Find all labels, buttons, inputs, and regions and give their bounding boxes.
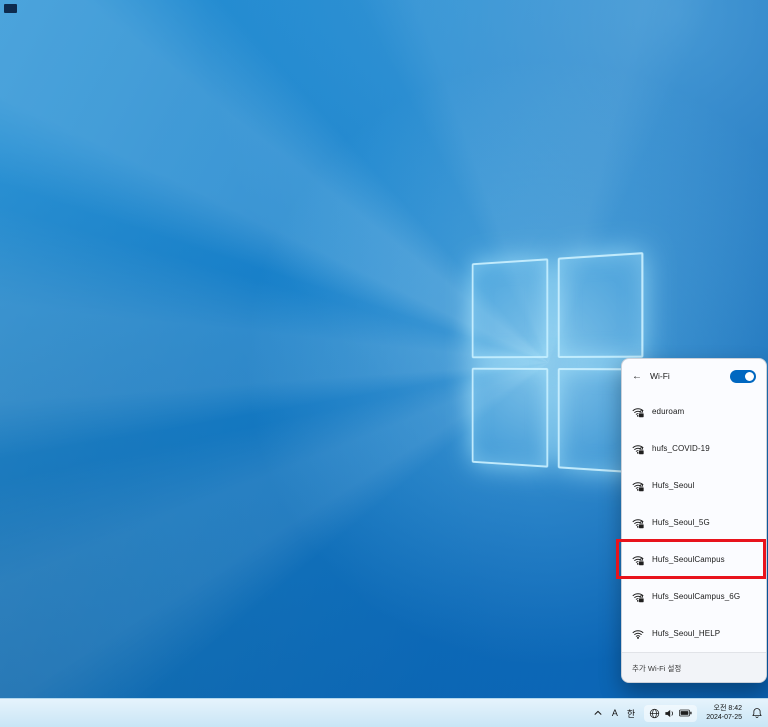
clock-date: 2024-07-25 <box>706 714 742 721</box>
windows-logo-pane <box>472 258 549 358</box>
wifi-toggle[interactable] <box>730 370 756 383</box>
wifi-network-name: Hufs_SeoulCampus <box>652 555 725 564</box>
wifi-network-name: Hufs_Seoul_5G <box>652 518 710 527</box>
wifi-signal-lock-icon <box>631 442 645 456</box>
quick-settings-button[interactable] <box>644 705 697 722</box>
wifi-signal-lock-icon <box>631 405 645 419</box>
wifi-signal-lock-icon <box>631 479 645 493</box>
toggle-knob <box>745 372 754 381</box>
wifi-panel-header: ← Wi-Fi <box>622 359 766 393</box>
clock-time: 오전 8:42 <box>714 705 742 712</box>
notification-bell-icon[interactable] <box>751 707 763 719</box>
taskbar-clock[interactable]: 오전 8:42 2024-07-25 <box>706 704 742 723</box>
wifi-signal-lock-icon <box>631 516 645 530</box>
more-wifi-settings-link[interactable]: 추가 Wi-Fi 설정 <box>622 652 766 683</box>
network-globe-icon <box>649 708 660 719</box>
screen: ← Wi-Fi <box>0 0 768 727</box>
windows-logo-pane <box>558 252 644 358</box>
back-arrow-icon[interactable]: ← <box>632 371 642 382</box>
windows-logo-pane <box>472 368 549 468</box>
wifi-network-name: hufs_COVID-19 <box>652 444 710 453</box>
wifi-panel-title: Wi-Fi <box>650 371 670 381</box>
windows-logo <box>472 252 644 474</box>
wifi-network-row[interactable]: Hufs_Seoul_HELP <box>622 615 766 652</box>
wifi-signal-lock-icon <box>631 553 645 567</box>
tray-chevron-up-icon[interactable] <box>593 708 603 718</box>
ime-korean-indicator[interactable]: 한 <box>627 707 635 720</box>
wifi-flyout-panel: ← Wi-Fi <box>621 358 767 683</box>
wifi-network-row[interactable]: hufs_COVID-19 <box>622 430 766 467</box>
volume-speaker-icon <box>664 708 675 719</box>
ime-latin-indicator[interactable]: A <box>612 708 618 718</box>
wifi-network-name: eduroam <box>652 407 684 416</box>
wifi-network-name: Hufs_Seoul_HELP <box>652 629 720 638</box>
wifi-network-list: eduroam <box>622 393 766 652</box>
wifi-network-row[interactable]: Hufs_Seoul <box>622 467 766 504</box>
wifi-signal-lock-icon <box>631 627 645 641</box>
taskbar: A 한 오전 8:42 2024-07-25 <box>0 698 768 727</box>
desktop-corner-artifact <box>4 4 17 13</box>
wifi-network-row[interactable]: Hufs_SeoulCampus <box>622 541 766 578</box>
wifi-network-row[interactable]: Hufs_SeoulCampus_6G <box>622 578 766 615</box>
battery-icon <box>679 709 692 717</box>
wifi-network-row[interactable]: Hufs_Seoul_5G <box>622 504 766 541</box>
wifi-network-name: Hufs_Seoul <box>652 481 694 490</box>
wifi-network-row[interactable]: eduroam <box>622 393 766 430</box>
wifi-signal-lock-icon <box>631 590 645 604</box>
wifi-network-name: Hufs_SeoulCampus_6G <box>652 592 740 601</box>
